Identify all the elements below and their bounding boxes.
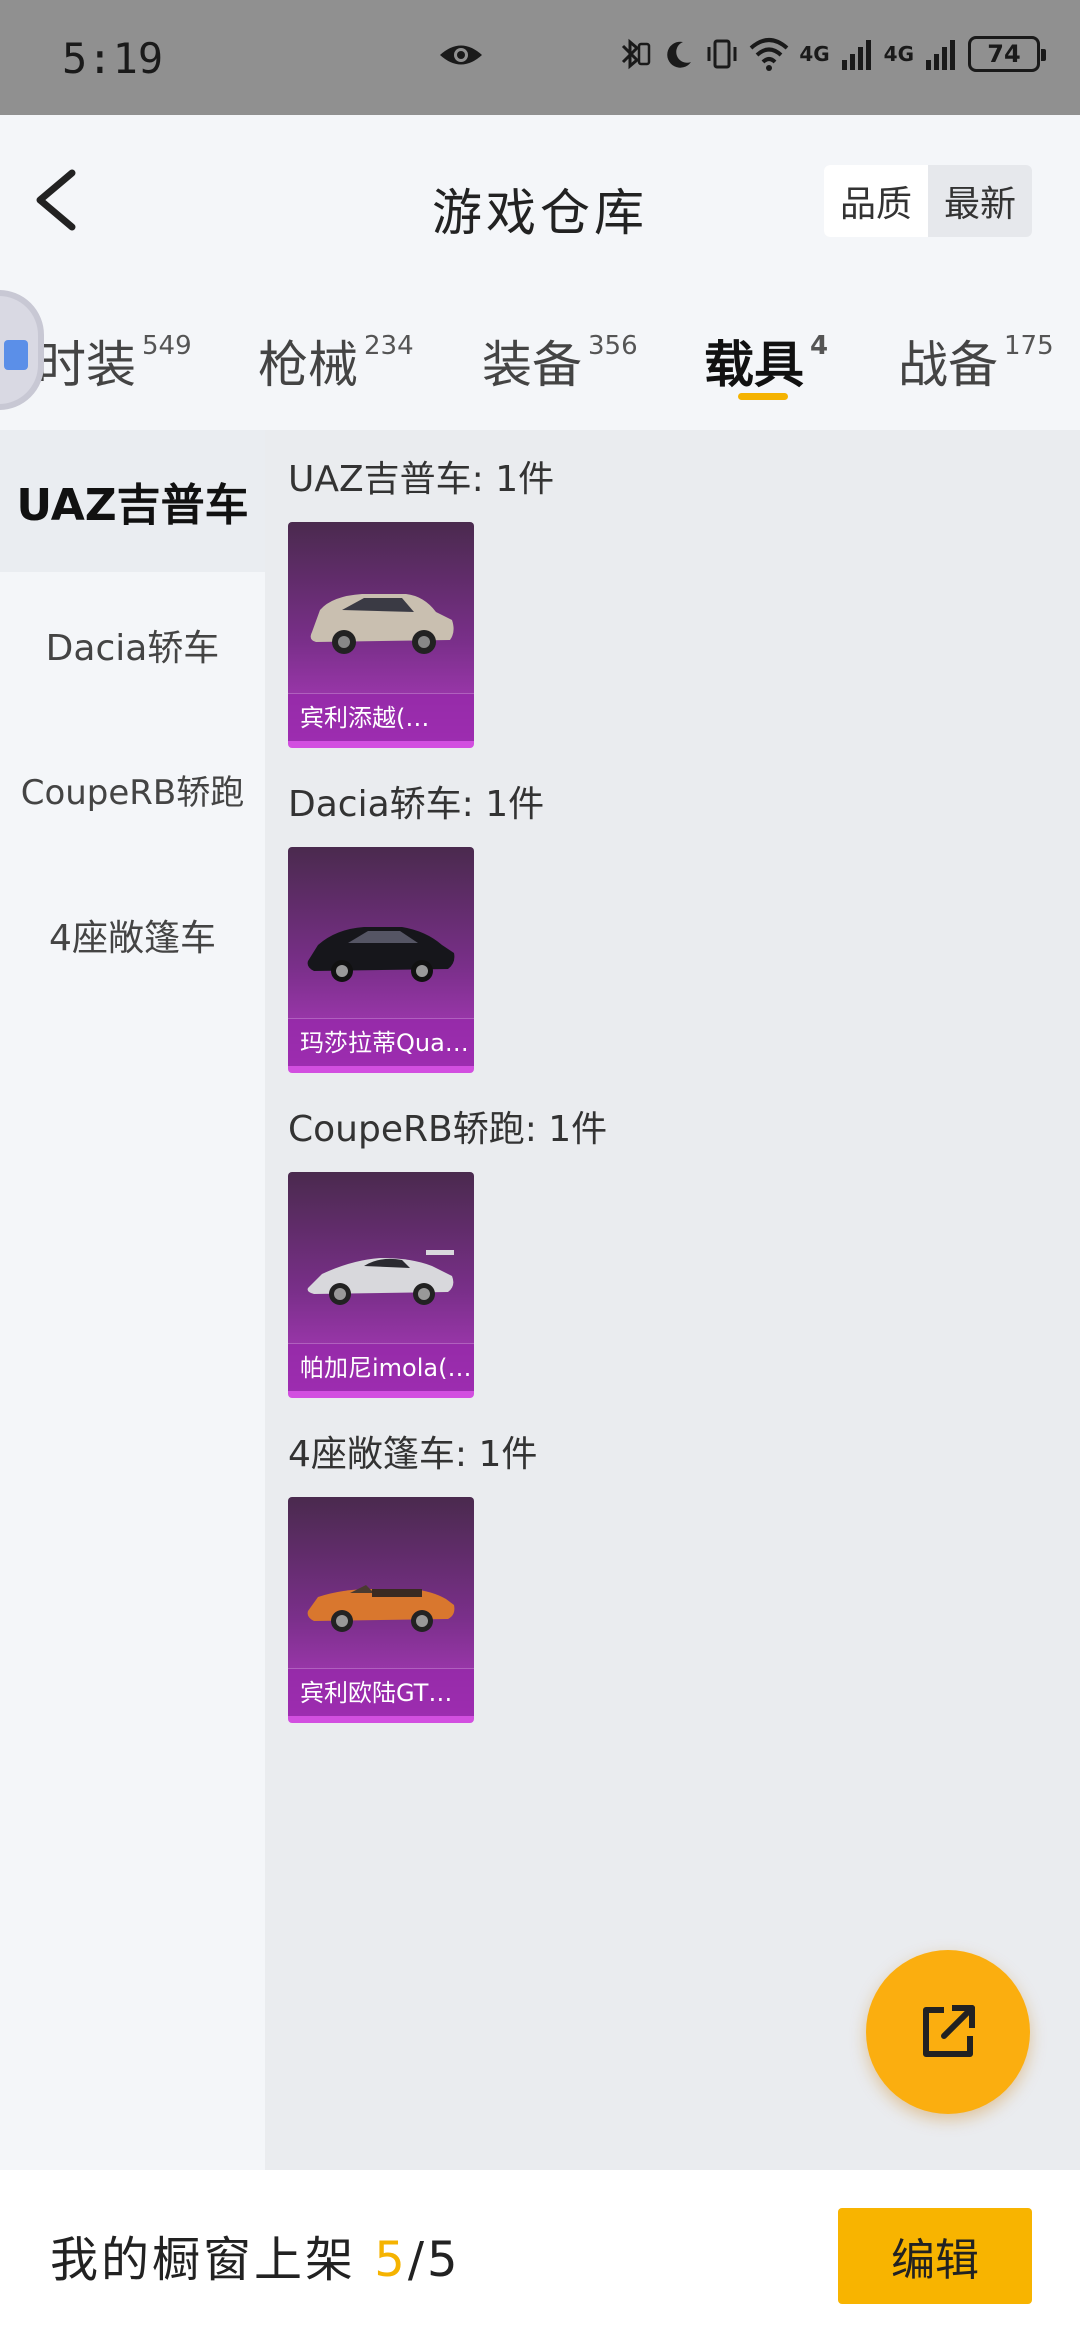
tab-label: 战备	[898, 336, 998, 394]
sidebar-item-couperb-coupe[interactable]: CoupeRB轿跑	[0, 717, 265, 862]
bluetooth-icon	[622, 38, 651, 70]
vehicle-name: 宾利欧陆GT…	[288, 1668, 474, 1716]
shelf-status: 我的橱窗上架 5/5	[50, 2220, 461, 2290]
tab-vehicles[interactable]: 载具 4	[704, 325, 828, 397]
tab-label: 枪械	[258, 336, 358, 394]
tab-count: 4	[810, 331, 829, 361]
external-link-icon	[923, 2005, 975, 2057]
vehicle-card[interactable]: 玛莎拉蒂Qua…	[288, 847, 474, 1073]
tab-combat-supplies[interactable]: 战备 175	[898, 325, 1054, 397]
sort-quality-button[interactable]: 品质	[824, 165, 928, 237]
tab-count: 549	[142, 331, 192, 361]
supercar-icon	[307, 1250, 454, 1305]
sedan-car-icon	[307, 927, 455, 982]
vehicle-group: CoupeRB轿跑: 1件 帕加尼imola(…	[288, 1100, 607, 1398]
group-title: UAZ吉普车: 1件	[288, 459, 555, 500]
tab-label: 载具	[704, 336, 804, 394]
shelf-total-count: /5	[407, 2232, 461, 2288]
sidebar-item-uaz-jeep[interactable]: UAZ吉普车	[0, 430, 265, 572]
vehicle-name: 帕加尼imola(…	[288, 1343, 474, 1391]
vehicle-group: Dacia轿车: 1件 玛莎拉蒂Qua…	[288, 775, 544, 1073]
tab-label: 时装	[36, 336, 136, 394]
tab-fashion[interactable]: 时装 549	[36, 325, 192, 397]
category-tabs: 时装 549 枪械 234 装备 356 载具 4 战备 175	[0, 285, 1080, 430]
tab-count: 234	[364, 331, 414, 361]
tab-count: 175	[1004, 331, 1054, 361]
signal-1-label: 4G	[799, 42, 830, 66]
header: 游戏仓库 品质 最新	[0, 115, 1080, 285]
group-title: Dacia轿车: 1件	[288, 784, 545, 825]
suv-car-icon	[310, 594, 454, 654]
edit-button[interactable]: 编辑	[838, 2208, 1032, 2304]
vibrate-icon	[707, 39, 737, 69]
status-bar: 5:19 4G 4G 74	[0, 0, 1080, 115]
sidebar: UAZ吉普车 Dacia轿车 CoupeRB轿跑 4座敞篷车	[0, 430, 265, 2170]
signal-bars-2-icon	[926, 40, 955, 70]
eye-icon	[440, 45, 482, 65]
vehicle-group: 4座敞篷车: 1件 宾利欧陆GT…	[288, 1425, 537, 1723]
bottom-bar: 我的橱窗上架 5/5 编辑	[0, 2170, 1080, 2340]
vehicle-name: 宾利添越(…	[288, 693, 474, 741]
battery-level: 74	[987, 40, 1021, 68]
sidebar-item-4seat-convertible[interactable]: 4座敞篷车	[0, 862, 265, 1007]
signal-2-label: 4G	[883, 42, 914, 66]
item-list: UAZ吉普车: 1件 宾利添越(… Dacia轿车: 1件 玛莎拉蒂Qua… C…	[265, 430, 1080, 2170]
moon-icon	[667, 41, 692, 68]
tab-label: 装备	[482, 336, 582, 394]
vehicle-card[interactable]: 宾利欧陆GT…	[288, 1497, 474, 1723]
status-time: 5:19	[62, 34, 164, 83]
vehicle-card[interactable]: 帕加尼imola(…	[288, 1172, 474, 1398]
tab-count: 356	[588, 331, 638, 361]
share-fab-button[interactable]	[866, 1950, 1030, 2114]
sort-toggle: 品质 最新	[824, 165, 1032, 237]
signal-bars-1-icon	[841, 40, 871, 70]
active-tab-indicator	[738, 393, 788, 400]
vehicle-card[interactable]: 宾利添越(…	[288, 522, 474, 748]
tab-firearms[interactable]: 枪械 234	[258, 325, 414, 397]
group-title: 4座敞篷车: 1件	[288, 1434, 538, 1475]
tab-equipment[interactable]: 装备 356	[482, 325, 638, 397]
sidebar-item-dacia-sedan[interactable]: Dacia轿车	[0, 572, 265, 717]
wifi-icon	[749, 38, 789, 71]
shelf-label: 我的橱窗上架	[50, 2232, 357, 2288]
convertible-car-icon	[307, 1585, 455, 1632]
group-title: CoupeRB轿跑: 1件	[288, 1109, 608, 1150]
battery-icon: 74	[968, 36, 1046, 72]
vehicle-name: 玛莎拉蒂Qua…	[288, 1018, 474, 1066]
shelf-current-count: 5	[374, 2232, 408, 2288]
vehicle-group: UAZ吉普车: 1件 宾利添越(…	[288, 450, 554, 748]
sort-newest-button[interactable]: 最新	[928, 165, 1032, 237]
